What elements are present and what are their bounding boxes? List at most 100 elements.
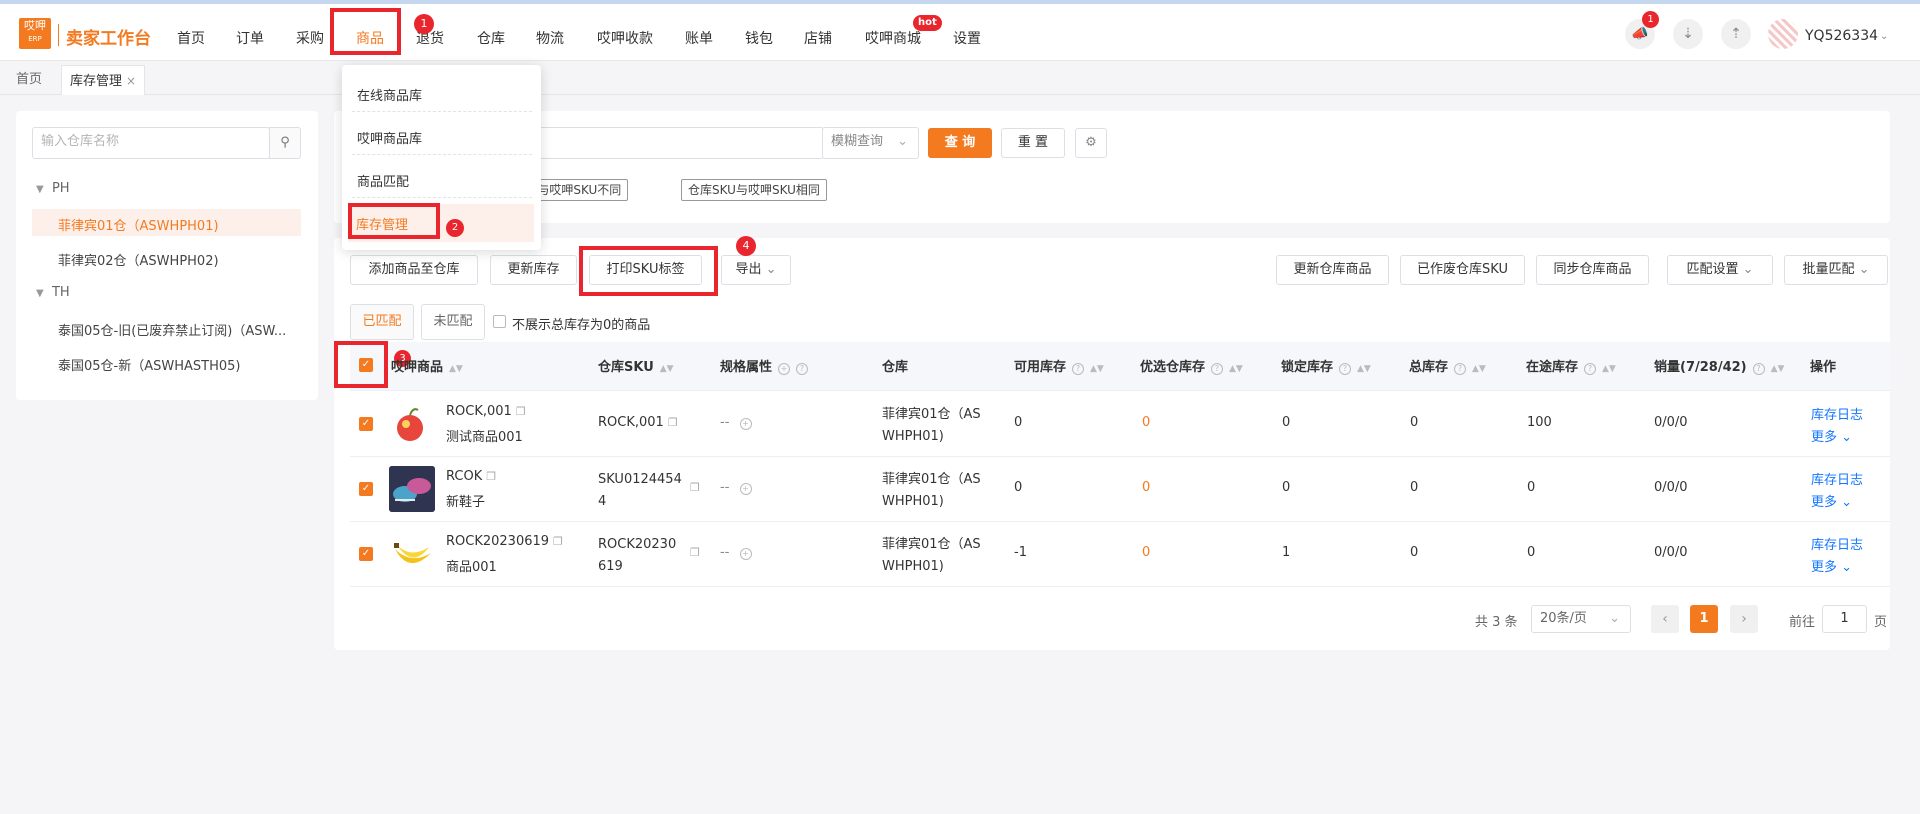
nav-payment[interactable]: 哎呷收款	[597, 28, 653, 48]
search-icon[interactable]: ⚲	[269, 127, 301, 159]
batch-match-button[interactable]: 批量匹配 ⌄	[1784, 255, 1888, 285]
warehouse-name: 菲律宾01仓（AS WHPH01)	[882, 537, 981, 574]
goto-label: 前往	[1789, 615, 1816, 630]
more-link[interactable]: 更多 ⌄	[1811, 556, 1852, 575]
col-available[interactable]: 可用库存? ▲▼	[1014, 356, 1104, 375]
download-icon[interactable]: ⇣	[1673, 19, 1703, 49]
nav-billing[interactable]: 账单	[685, 28, 713, 48]
sync-warehouse-goods-button[interactable]: 同步仓库商品	[1536, 255, 1649, 285]
product-name: 测试商品001	[446, 430, 523, 445]
hot-badge: hot	[913, 15, 942, 31]
row-checkbox[interactable]: ✓	[359, 482, 373, 496]
username[interactable]: YQ526334	[1805, 28, 1878, 44]
col-actions: 操作	[1810, 360, 1837, 375]
tab-inventory[interactable]: 库存管理 ×	[61, 65, 146, 95]
copy-icon[interactable]: ❐	[690, 481, 700, 494]
tree-item-th05-new[interactable]: 泰国05仓-新（ASWHASTH05)	[58, 355, 240, 374]
tab-matched[interactable]: 已匹配	[350, 304, 414, 340]
more-link[interactable]: 更多 ⌄	[1811, 491, 1852, 510]
nav-orders[interactable]: 订单	[236, 28, 264, 48]
available-stock: 0	[1014, 415, 1023, 430]
nav-store[interactable]: 店铺	[804, 28, 832, 48]
add-icon[interactable]: +	[739, 418, 752, 430]
copy-icon[interactable]: ❐	[553, 535, 563, 548]
product-name: 新鞋子	[446, 495, 486, 510]
menu-online-products[interactable]: 在线商品库	[357, 85, 422, 104]
more-link[interactable]: 更多 ⌄	[1811, 426, 1852, 445]
col-transit[interactable]: 在途库存? ▲▼	[1526, 356, 1616, 375]
warehouse-search-input[interactable]: 输入仓库名称	[32, 127, 270, 159]
settings-icon[interactable]: ⚙	[1075, 128, 1107, 158]
nav-mall[interactable]: 哎呷商城	[865, 28, 921, 48]
page-unit-label: 页	[1874, 615, 1888, 630]
keyword-input[interactable]	[534, 127, 824, 159]
tab-unmatched[interactable]: 未匹配	[421, 304, 485, 340]
nav-wallet[interactable]: 钱包	[745, 28, 773, 48]
export-button[interactable]: 导出 ⌄	[721, 255, 791, 285]
row-checkbox[interactable]: ✓	[359, 417, 373, 431]
col-product[interactable]: 哎呷商品 ▲▼	[391, 356, 463, 375]
hide-zero-label: 不展示总库存为0的商品	[512, 318, 651, 333]
step-badge-1: 1	[414, 14, 434, 34]
col-sales[interactable]: 销量(7/28/42)? ▲▼	[1654, 356, 1784, 375]
preferred-stock: 0	[1142, 415, 1151, 430]
stock-log-link[interactable]: 库存日志	[1811, 404, 1863, 423]
copy-icon[interactable]: ❐	[690, 546, 700, 559]
col-preferred[interactable]: 优选仓库存? ▲▼	[1140, 356, 1243, 375]
col-locked[interactable]: 锁定库存? ▲▼	[1281, 356, 1371, 375]
spec-value: -- +	[720, 480, 752, 495]
upload-icon[interactable]: ⇡	[1721, 19, 1751, 49]
reset-button[interactable]: 重 置	[1001, 128, 1065, 158]
add-to-warehouse-button[interactable]: 添加商品至仓库	[350, 255, 478, 285]
tree-group-ph[interactable]: ▼ PH	[36, 181, 70, 196]
update-warehouse-goods-button[interactable]: 更新仓库商品	[1276, 255, 1389, 285]
locked-stock: 0	[1282, 415, 1291, 430]
menu-aiya-products[interactable]: 哎呷商品库	[357, 128, 422, 147]
add-icon[interactable]: +	[739, 483, 752, 495]
copy-icon[interactable]: ❐	[486, 470, 496, 483]
col-wh-sku[interactable]: 仓库SKU ▲▼	[598, 356, 674, 375]
nav-warehouse[interactable]: 仓库	[477, 28, 505, 48]
goto-page-input[interactable]: 1	[1822, 605, 1867, 633]
tree-item-ph02[interactable]: 菲律宾02仓（ASWHPH02)	[58, 250, 219, 269]
query-button[interactable]: 查 询	[928, 128, 992, 158]
search-mode-select[interactable]: 模糊查询 ⌄	[822, 127, 919, 159]
prev-page-button[interactable]: ‹	[1651, 605, 1679, 633]
sales-value: 0/0/0	[1654, 415, 1688, 430]
close-icon[interactable]: ×	[126, 74, 136, 88]
avatar[interactable]	[1768, 19, 1798, 49]
chevron-down-icon[interactable]: ⌄	[1880, 31, 1888, 42]
nav-purchase[interactable]: 采购	[296, 28, 324, 48]
filter-tag-sku-same[interactable]: 仓库SKU与哎呷SKU相同	[681, 179, 827, 201]
match-settings-button[interactable]: 匹配设置 ⌄	[1667, 255, 1773, 285]
product-thumbnail-shoes	[389, 466, 435, 512]
copy-icon[interactable]: ❐	[668, 416, 678, 429]
stock-log-link[interactable]: 库存日志	[1811, 469, 1863, 488]
tree-item-th05-old[interactable]: 泰国05仓-旧(已废弃禁止订阅)（ASW...	[58, 320, 286, 339]
tree-item-ph01[interactable]: 菲律宾01仓（ASWHPH01)	[58, 215, 219, 234]
locked-stock: 1	[1282, 545, 1291, 560]
nav-logistics[interactable]: 物流	[536, 28, 564, 48]
page-1-button[interactable]: 1	[1690, 605, 1718, 633]
menu-product-match[interactable]: 商品匹配	[357, 171, 409, 190]
nav-settings[interactable]: 设置	[953, 28, 981, 48]
logo-icon: 哎呷 ERP	[19, 18, 51, 49]
tree-group-th[interactable]: ▼ TH	[36, 285, 70, 300]
row-checkbox[interactable]: ✓	[359, 547, 373, 561]
tab-home[interactable]: 首页	[8, 65, 50, 95]
copy-icon[interactable]: ❐	[516, 405, 526, 418]
highlight-inventory-menu	[348, 203, 440, 239]
abandoned-sku-button[interactable]: 已作废仓库SKU	[1400, 255, 1525, 285]
spec-value: -- +	[720, 415, 752, 430]
sales-value: 0/0/0	[1654, 480, 1688, 495]
update-stock-button[interactable]: 更新库存	[490, 255, 577, 285]
step-badge-4: 4	[736, 236, 756, 256]
col-total[interactable]: 总库存? ▲▼	[1409, 356, 1486, 375]
hide-zero-checkbox[interactable]	[493, 315, 506, 328]
page-size-select[interactable]: 20条/页 ⌄	[1531, 605, 1631, 633]
stock-log-link[interactable]: 库存日志	[1811, 534, 1863, 553]
inventory-panel	[334, 238, 1890, 650]
nav-home[interactable]: 首页	[177, 28, 205, 48]
next-page-button[interactable]: ›	[1730, 605, 1758, 633]
add-icon[interactable]: +	[739, 548, 752, 560]
